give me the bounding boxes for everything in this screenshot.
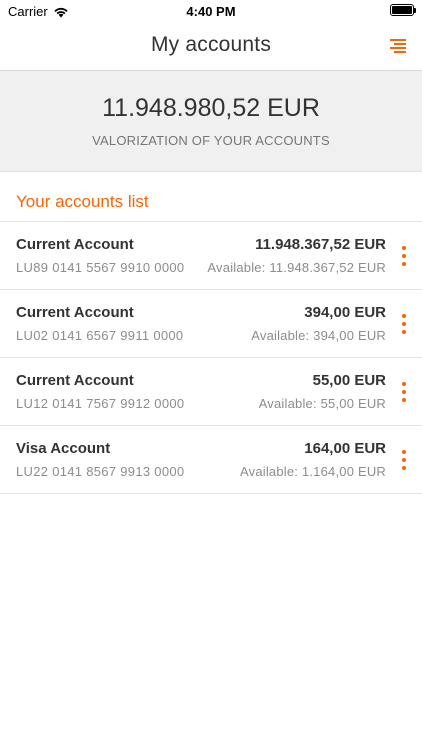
- status-right: [390, 4, 416, 16]
- menu-icon[interactable]: [390, 39, 406, 55]
- account-available: Available: 55,00 EUR: [258, 396, 386, 411]
- accounts-list-header: Your accounts list: [0, 172, 422, 222]
- page-title: My accounts: [150, 33, 272, 56]
- account-row[interactable]: Current Account LU02 0141 6567 9911 0000…: [0, 290, 422, 358]
- status-time: 4:40 PM: [186, 4, 236, 19]
- more-options-icon[interactable]: [400, 382, 408, 402]
- account-available: Available: 11.948.367,52 EUR: [207, 260, 386, 275]
- account-balance: 55,00 EUR: [312, 372, 386, 389]
- accounts-summary: 11.948.980,52 EUR VALORIZATION OF YOUR A…: [0, 71, 422, 172]
- nav-bar: My accounts: [0, 24, 422, 71]
- account-available: Available: 1.164,00 EUR: [239, 464, 386, 479]
- more-options-icon[interactable]: [400, 246, 408, 266]
- account-iban: LU22 0141 8567 9913 0000: [16, 464, 185, 479]
- status-bar: Carrier 4:40 PM: [0, 0, 422, 24]
- accounts-list: Current Account LU89 0141 5567 9910 0000…: [0, 222, 422, 494]
- account-row[interactable]: Visa Account LU22 0141 8567 9913 0000 16…: [0, 426, 422, 494]
- account-iban: LU89 0141 5567 9910 0000: [16, 260, 185, 275]
- total-balance-label: VALORIZATION OF YOUR ACCOUNTS: [92, 133, 330, 148]
- account-balance: 394,00 EUR: [304, 304, 386, 321]
- account-name: Current Account: [16, 236, 134, 253]
- account-name: Current Account: [16, 304, 134, 321]
- account-row[interactable]: Current Account LU89 0141 5567 9910 0000…: [0, 222, 422, 290]
- more-options-icon[interactable]: [400, 450, 408, 470]
- account-name: Current Account: [16, 372, 134, 389]
- more-options-icon[interactable]: [400, 314, 408, 334]
- account-row[interactable]: Current Account LU12 0141 7567 9912 0000…: [0, 358, 422, 426]
- account-available: Available: 394,00 EUR: [251, 328, 386, 343]
- account-balance: 11.948.367,52 EUR: [255, 236, 386, 253]
- account-name: Visa Account: [16, 440, 111, 457]
- battery-icon: [390, 4, 416, 16]
- total-balance: 11.948.980,52 EUR: [102, 94, 320, 122]
- account-iban: LU02 0141 6567 9911 0000: [16, 328, 184, 343]
- account-balance: 164,00 EUR: [304, 440, 386, 457]
- account-iban: LU12 0141 7567 9912 0000: [16, 396, 185, 411]
